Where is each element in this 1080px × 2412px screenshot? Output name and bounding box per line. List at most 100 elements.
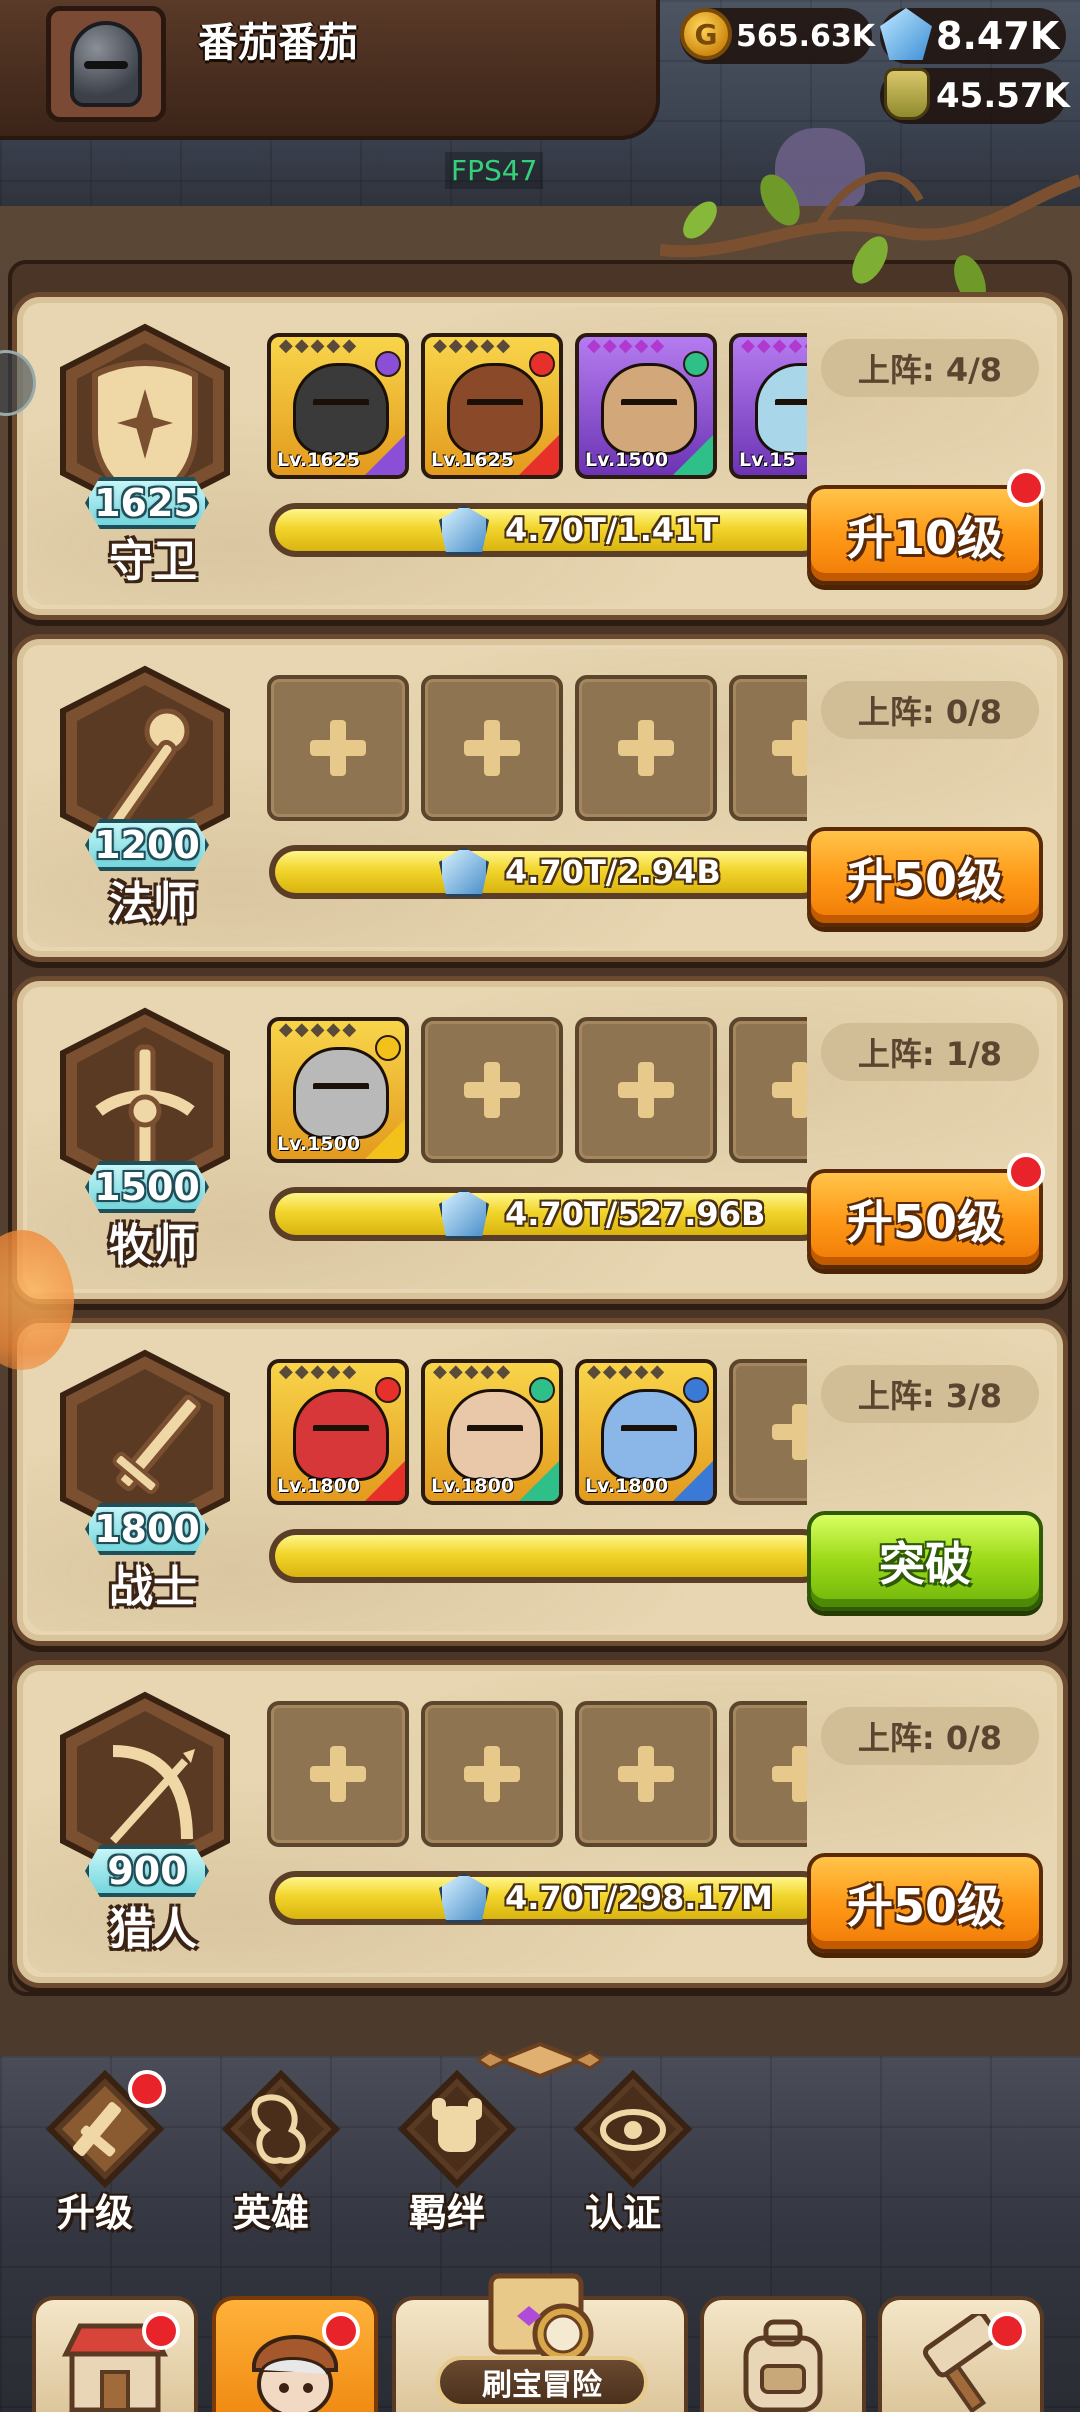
hero-level: Lv.1800 xyxy=(585,1475,669,1497)
empty-hero-slot[interactable] xyxy=(575,1701,717,1847)
hero-star-rank: ◆◆◆◆◆ xyxy=(433,1361,513,1382)
hero-card[interactable]: ◆◆◆◆◆ Lv.15 xyxy=(729,333,807,479)
empty-hero-slot[interactable] xyxy=(421,1701,563,1847)
upgrade-progress-bar: 4.70T/2.94B xyxy=(269,845,829,899)
upgrade-cost-text: 4.70T/298.17M xyxy=(505,1879,773,1917)
hero-face xyxy=(447,363,543,455)
subnav-button[interactable]: 英雄 xyxy=(196,2070,346,2240)
heroes-notification-dot xyxy=(322,2312,360,2350)
element-icon xyxy=(375,1377,401,1403)
hero-eyes xyxy=(621,399,677,409)
plus-icon xyxy=(310,720,366,776)
hero-card[interactable]: ◆◆◆◆◆ Lv.1625 xyxy=(267,333,409,479)
class-upgrade-button[interactable]: 升50级 xyxy=(807,827,1043,927)
class-name: 法师 xyxy=(109,878,197,929)
profile-panel: 番茄番茄 xyxy=(0,0,660,140)
class-name: 战士 xyxy=(109,1562,197,1613)
class-upgrade-button[interactable]: 升50级 xyxy=(807,1853,1043,1953)
hero-eyes xyxy=(313,1083,369,1093)
hero-eyes xyxy=(467,399,523,409)
empty-hero-slot[interactable] xyxy=(267,1701,409,1847)
backpack-icon xyxy=(743,2319,823,2412)
hero-level: Lv.1800 xyxy=(277,1475,361,1497)
deploy-count: 上阵: 3/8 xyxy=(821,1365,1039,1423)
tab-bag[interactable] xyxy=(700,2296,866,2412)
tab-heroes[interactable] xyxy=(212,2296,378,2412)
hero-face xyxy=(293,363,389,455)
element-icon xyxy=(683,1377,709,1403)
hero-star-rank: ◆◆◆◆◆ xyxy=(279,335,359,356)
empty-hero-slot[interactable] xyxy=(729,675,807,821)
empty-hero-slot[interactable] xyxy=(421,675,563,821)
tab-shop[interactable] xyxy=(32,2296,198,2412)
class-card: 900 猎人 上阵: 0/8 4.70T/298.17M 升50级 xyxy=(12,1660,1068,1988)
empty-hero-slot[interactable] xyxy=(729,1017,807,1163)
class-upgrade-button[interactable]: 突破 xyxy=(807,1511,1043,1611)
hero-slots xyxy=(267,1701,807,1851)
hero-face xyxy=(293,1389,389,1481)
upgrade-progress-bar xyxy=(269,1529,829,1583)
upgrade-notification-dot xyxy=(1007,469,1045,507)
element-icon xyxy=(375,1035,401,1061)
class-card: 1500 牧师 ◆◆◆◆◆ Lv.1500 上阵: 1/8 4.70T/527.… xyxy=(12,976,1068,1304)
hero-star-rank: ◆◆◆◆◆ xyxy=(279,1361,359,1382)
empty-hero-slot[interactable] xyxy=(729,1701,807,1847)
subnav-diamond-icon xyxy=(398,2070,516,2188)
class-card: 1800 战士 ◆◆◆◆◆ Lv.1800 ◆◆◆◆◆ Lv.1800 ◆◆◆◆… xyxy=(12,1318,1068,1646)
tab-forge[interactable] xyxy=(878,2296,1044,2412)
element-icon xyxy=(529,351,555,377)
hero-slots: ◆◆◆◆◆ Lv.1800 ◆◆◆◆◆ Lv.1800 ◆◆◆◆◆ Lv.180… xyxy=(267,1359,807,1509)
empty-hero-slot[interactable] xyxy=(575,675,717,821)
treasure-map-icon xyxy=(488,2273,594,2365)
gold-counter[interactable]: G 565.63K xyxy=(680,8,875,64)
hero-eyes xyxy=(775,399,807,409)
hero-card[interactable]: ◆◆◆◆◆ Lv.1500 xyxy=(267,1017,409,1163)
hero-eyes xyxy=(467,1425,523,1435)
element-icon xyxy=(529,1377,555,1403)
hero-card[interactable]: ◆◆◆◆◆ Lv.1625 xyxy=(421,333,563,479)
plus-icon xyxy=(310,1746,366,1802)
empty-hero-slot[interactable] xyxy=(575,1017,717,1163)
hero-star-rank: ◆◆◆◆◆ xyxy=(587,335,667,356)
hero-level: Lv.1625 xyxy=(277,449,361,471)
upgrade-progress-bar: 4.70T/298.17M xyxy=(269,1871,829,1925)
gem-counter[interactable]: 8.47K xyxy=(880,8,1066,64)
empty-hero-slot[interactable] xyxy=(421,1017,563,1163)
hero-eyes xyxy=(313,1425,369,1435)
subnav-button[interactable]: 羁绊 xyxy=(372,2070,522,2240)
subnav-label: 升级 xyxy=(56,2191,133,2235)
upgrade-progress-bar: 4.70T/1.41T xyxy=(269,503,829,557)
hero-eyes xyxy=(621,1425,677,1435)
hero-star-rank: ◆◆◆◆◆ xyxy=(279,1019,359,1040)
potion-counter[interactable]: 45.57K xyxy=(880,68,1070,124)
subnav-button[interactable]: 认证 xyxy=(548,2070,698,2240)
plus-icon xyxy=(464,1746,520,1802)
hero-card[interactable]: ◆◆◆◆◆ Lv.1500 xyxy=(575,333,717,479)
class-upgrade-button[interactable]: 升10级 xyxy=(807,485,1043,585)
treasure-adventure-label[interactable]: 刷宝冒险 xyxy=(436,2356,648,2408)
class-level-badge: 1200 xyxy=(85,819,209,871)
hero-eyes xyxy=(313,399,369,409)
hero-card[interactable]: ◆◆◆◆◆ Lv.1800 xyxy=(575,1359,717,1505)
player-avatar[interactable] xyxy=(46,6,166,122)
class-name: 守卫 xyxy=(109,536,197,587)
subnav-diamond-icon xyxy=(222,2070,340,2188)
deploy-count: 上阵: 1/8 xyxy=(821,1023,1039,1081)
class-level-badge: 900 xyxy=(85,1845,209,1897)
subnav-button[interactable]: 升级 xyxy=(20,2070,170,2240)
upgrade-cost-text: 4.70T/1.41T xyxy=(505,511,719,549)
empty-hero-slot[interactable] xyxy=(267,675,409,821)
hero-star-rank: ◆◆◆◆◆ xyxy=(433,335,513,356)
hero-slots: ◆◆◆◆◆ Lv.1500 xyxy=(267,1017,807,1167)
gem-value: 8.47K xyxy=(936,14,1060,58)
deploy-count: 上阵: 0/8 xyxy=(821,681,1039,739)
empty-hero-slot[interactable] xyxy=(729,1359,807,1505)
hero-card[interactable]: ◆◆◆◆◆ Lv.1800 xyxy=(267,1359,409,1505)
plus-icon xyxy=(464,720,520,776)
class-upgrade-button[interactable]: 升50级 xyxy=(807,1169,1043,1269)
plus-icon xyxy=(618,1062,674,1118)
fps-counter: FPS47 xyxy=(445,152,544,189)
hero-face xyxy=(755,363,807,455)
hero-card[interactable]: ◆◆◆◆◆ Lv.1800 xyxy=(421,1359,563,1505)
upgrade-notification-dot xyxy=(1007,1153,1045,1191)
